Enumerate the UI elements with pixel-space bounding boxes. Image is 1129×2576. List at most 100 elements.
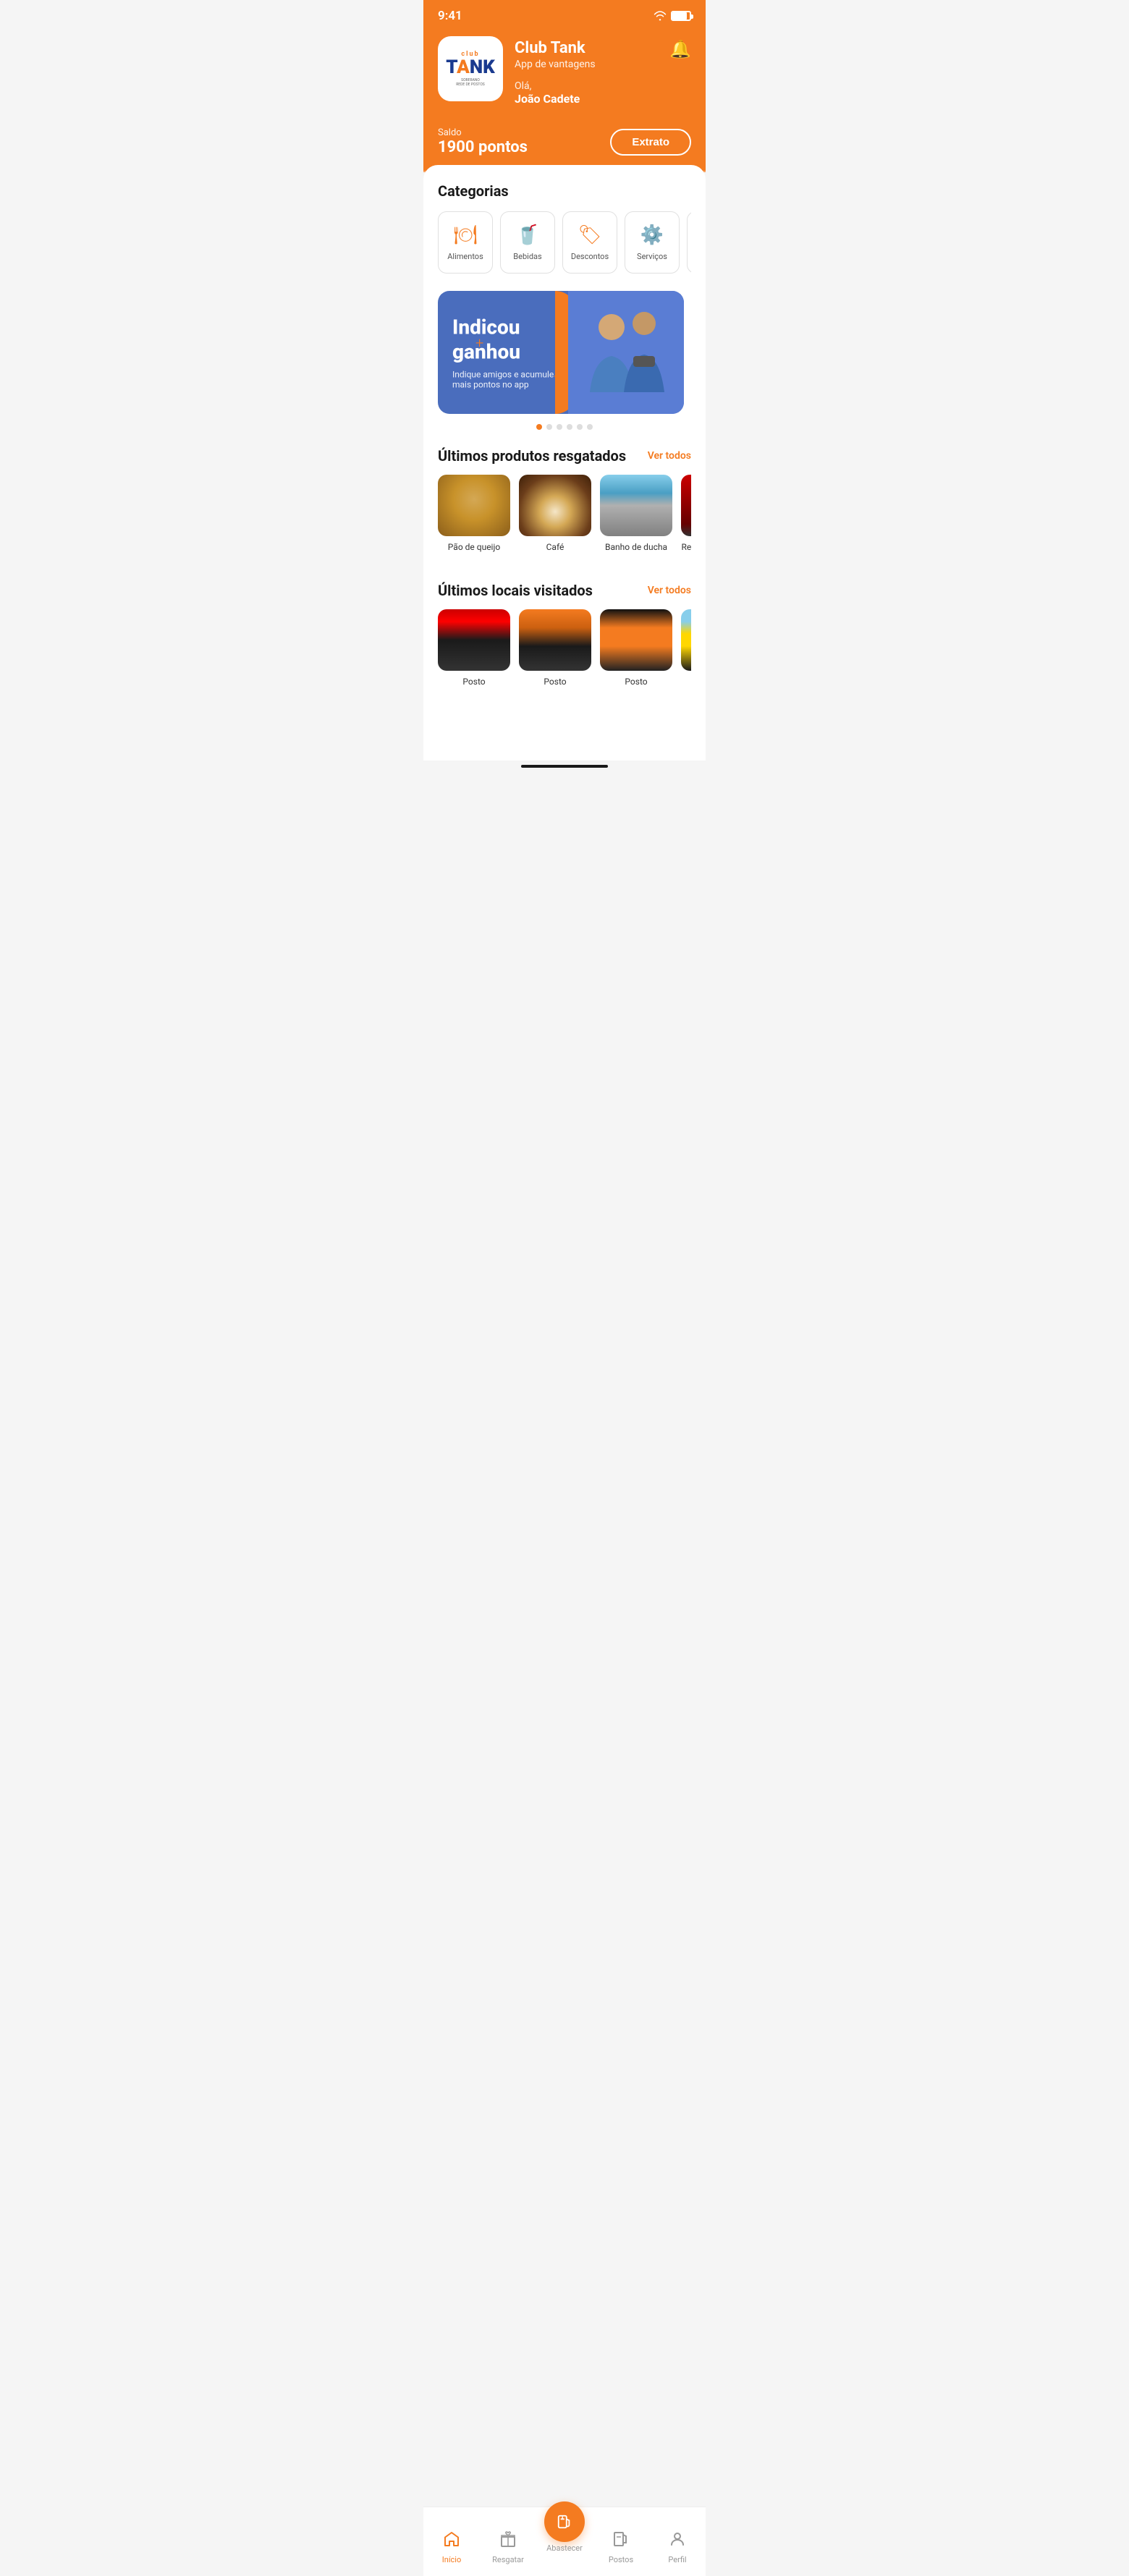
nav-perfil[interactable]: Perfil (649, 2530, 706, 2564)
nav-postos[interactable]: Postos (593, 2530, 649, 2564)
home-indicator (521, 765, 608, 768)
category-alimentos[interactable]: 🍽 Alimentos (438, 211, 493, 274)
categories-title: Categorias (438, 182, 691, 200)
products-header: Últimos produtos resgatados Ver todos (438, 447, 691, 465)
product-label: Pão de queijo (438, 542, 510, 554)
product-image (519, 475, 591, 536)
category-utilitarios[interactable]: 🔧 Utilitários (687, 211, 691, 274)
discount-icon: 🏷 (578, 224, 601, 246)
notification-bell-icon[interactable]: 🔔 (669, 36, 691, 59)
abastecer-button[interactable] (544, 2501, 585, 2542)
status-bar: 9:41 (423, 0, 706, 29)
place-label: Posto (600, 677, 672, 688)
place-image (519, 609, 591, 671)
banner-title: Indicouganhou (452, 315, 568, 363)
header-info: Club Tank App de vantagens Olá, João Cad… (503, 36, 669, 106)
category-label: Descontos (571, 252, 609, 261)
gas-station-icon (612, 2530, 630, 2552)
category-bebidas[interactable]: 🥤 Bebidas (500, 211, 555, 274)
battery-icon (671, 11, 691, 21)
product-label: Banho de ducha (600, 542, 672, 554)
places-scroll: Posto Posto Posto Posto Loja (438, 609, 691, 688)
nav-postos-label: Postos (609, 2555, 633, 2564)
category-label: Bebidas (513, 252, 541, 261)
nav-abastecer[interactable]: Abastecer (536, 2501, 593, 2553)
gift-icon (499, 2530, 517, 2552)
drink-icon: 🥤 (516, 224, 539, 246)
food-icon: 🍽 (453, 224, 477, 246)
home-icon (443, 2530, 460, 2552)
wifi-icon (654, 11, 667, 21)
main-content: Categorias 🍽 Alimentos 🥤 Bebidas 🏷 Desco… (423, 165, 706, 760)
status-icons (654, 11, 691, 21)
nav-inicio-label: Início (442, 2555, 462, 2564)
product-image (438, 475, 510, 536)
nav-perfil-label: Perfil (668, 2555, 686, 2564)
product-banho[interactable]: Banho de ducha (600, 475, 672, 564)
bottom-navigation: Início Resgatar Abastecer (423, 2507, 706, 2576)
app-desc: App de vantagens (515, 59, 669, 70)
product-label: Café (519, 542, 591, 554)
product-cafe[interactable]: Café (519, 475, 591, 564)
places-section: Últimos locais visitados Ver todos Posto… (438, 582, 691, 688)
status-time: 9:41 (438, 9, 462, 23)
app-header: club TANK SOBERANOREDE DE POSTOS Club Ta… (423, 29, 706, 120)
extrato-button[interactable]: Extrato (610, 129, 691, 156)
dot-3 (557, 424, 562, 430)
username: João Cadete (515, 92, 669, 106)
place-label: Posto (681, 677, 691, 688)
places-ver-todos[interactable]: Ver todos (648, 585, 691, 596)
balance-value: 1900 pontos (438, 138, 528, 156)
fuel-icon (557, 2514, 572, 2530)
product-refrigerante[interactable]: Refrigerante Coca-cola (681, 475, 691, 564)
place-label: Posto (438, 677, 510, 688)
places-header: Últimos locais visitados Ver todos (438, 582, 691, 599)
place-image (600, 609, 672, 671)
product-label: Refrigerante Coca-cola (681, 542, 691, 564)
place-posto-1[interactable]: Posto (438, 609, 510, 688)
services-icon: ⚙️ (640, 224, 664, 246)
banner-content: Indicouganhou Indique amigos e acumule m… (452, 315, 568, 389)
dot-5 (577, 424, 583, 430)
nav-resgatar-label: Resgatar (492, 2555, 524, 2564)
greeting-text: Olá, (515, 80, 669, 92)
balance-label: Saldo (438, 127, 528, 138)
category-servicos[interactable]: ⚙️ Serviços (625, 211, 680, 274)
place-image (438, 609, 510, 671)
category-label: Alimentos (447, 252, 483, 261)
dot-2 (546, 424, 552, 430)
categories-section: Categorias 🍽 Alimentos 🥤 Bebidas 🏷 Desco… (438, 182, 691, 276)
product-image (681, 475, 691, 536)
profile-icon (669, 2530, 686, 2552)
category-label: Serviços (637, 252, 667, 261)
categories-grid: 🍽 Alimentos 🥤 Bebidas 🏷 Descontos ⚙️ Ser… (438, 211, 691, 276)
banner-section: Indicouganhou Indique amigos e acumule m… (438, 291, 691, 430)
place-posto-2[interactable]: Posto (519, 609, 591, 688)
people-illustration (572, 298, 680, 407)
product-pao-queijo[interactable]: Pão de queijo (438, 475, 510, 564)
app-logo: club TANK SOBERANOREDE DE POSTOS (438, 36, 503, 101)
category-descontos[interactable]: 🏷 Descontos (562, 211, 617, 274)
dot-1 (536, 424, 542, 430)
product-image (600, 475, 672, 536)
banner-scroll: Indicouganhou Indique amigos e acumule m… (438, 291, 691, 414)
dot-6 (587, 424, 593, 430)
place-label: Posto (519, 677, 591, 688)
dot-4 (567, 424, 572, 430)
app-name: Club Tank (515, 39, 669, 57)
nav-abastecer-label: Abastecer (546, 2543, 583, 2553)
nav-inicio[interactable]: Início (423, 2530, 480, 2564)
place-posto-3[interactable]: Posto (600, 609, 672, 688)
banner-dots (438, 424, 691, 430)
banner-subtitle: Indique amigos e acumule mais pontos no … (452, 370, 568, 390)
places-title: Últimos locais visitados (438, 582, 593, 599)
place-image (681, 609, 691, 671)
products-section: Últimos produtos resgatados Ver todos Pã… (438, 447, 691, 564)
place-posto-4[interactable]: Posto (681, 609, 691, 688)
banner-card-1[interactable]: Indicouganhou Indique amigos e acumule m… (438, 291, 684, 414)
products-ver-todos[interactable]: Ver todos (648, 450, 691, 462)
products-title: Últimos produtos resgatados (438, 447, 626, 465)
nav-resgatar[interactable]: Resgatar (480, 2530, 536, 2564)
banner-people-image (568, 291, 684, 414)
products-scroll: Pão de queijo Café Banho de ducha Refrig… (438, 475, 691, 564)
